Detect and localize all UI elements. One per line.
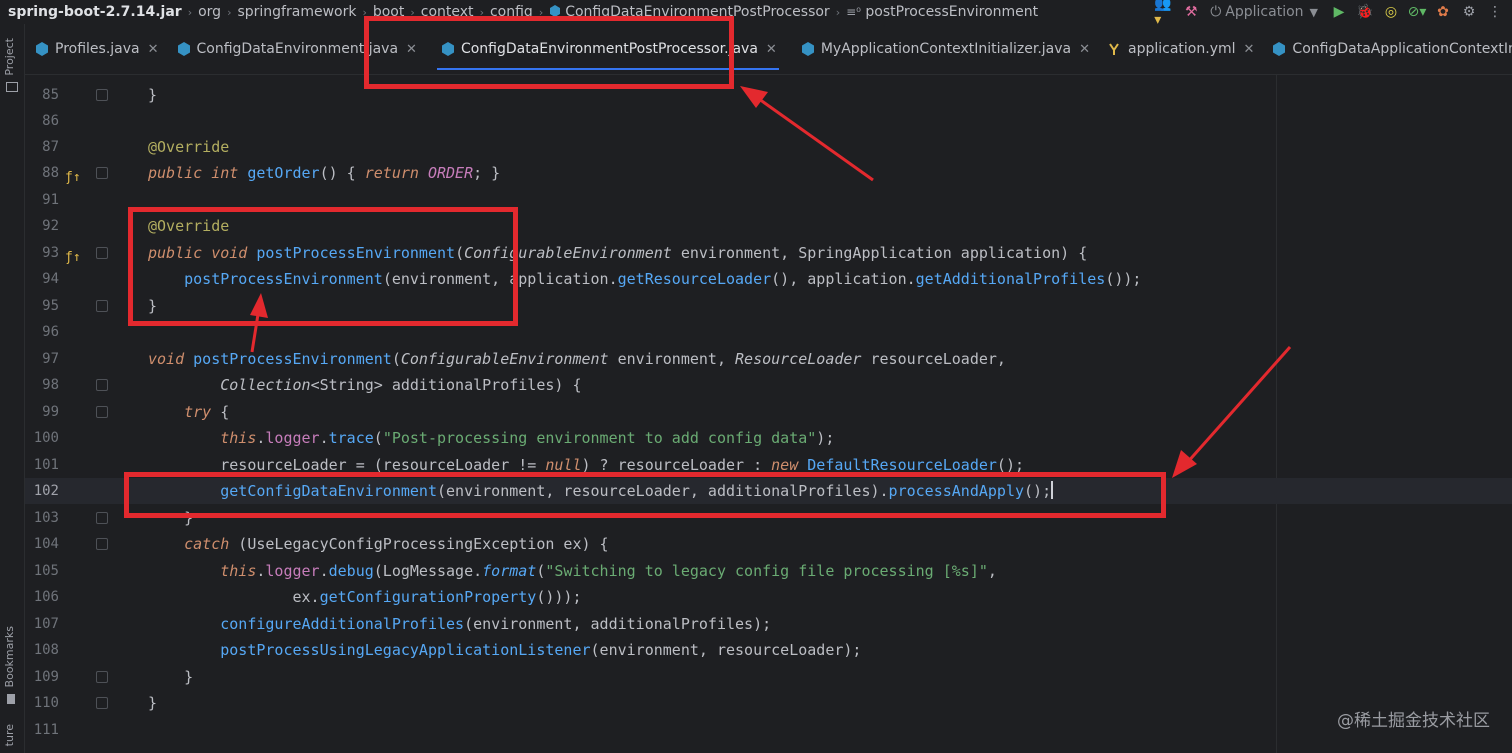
watermark: @稀土掘金技术社区 <box>1337 711 1490 731</box>
arrow-to-process-line <box>1172 346 1292 478</box>
arrow-to-override-method <box>250 293 268 353</box>
annotation-arrows <box>250 86 1292 478</box>
arrow-to-tab <box>740 86 874 182</box>
